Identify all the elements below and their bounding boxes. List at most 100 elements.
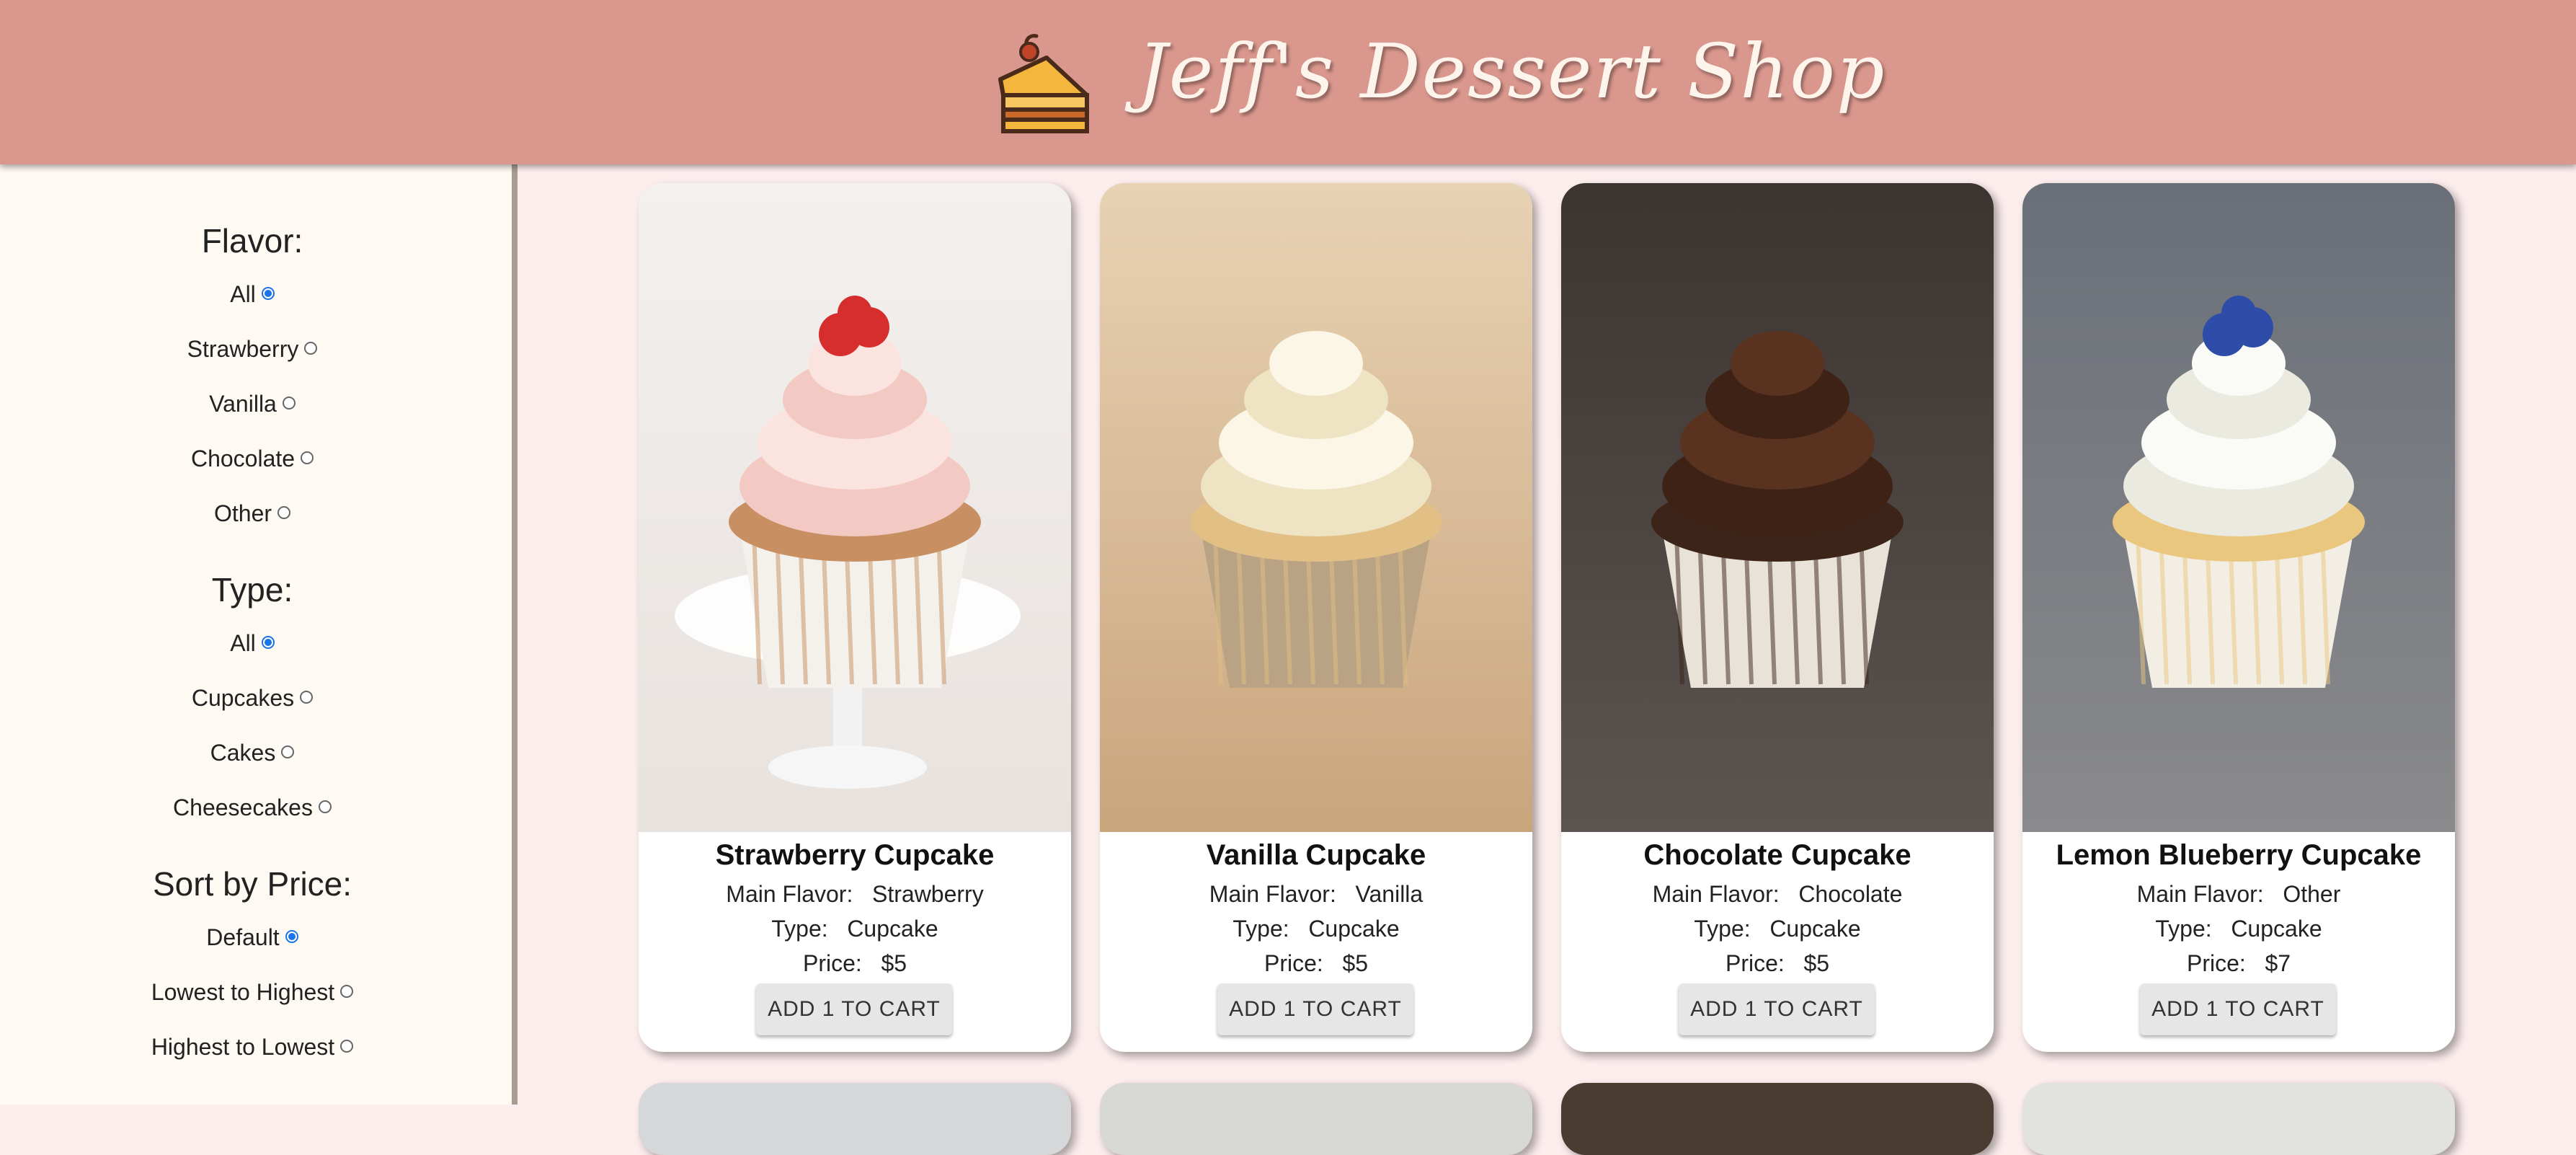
price-field-label: Price: bbox=[802, 950, 862, 976]
sort-filter-heading: Sort by Price: bbox=[152, 865, 352, 903]
type-option-cupcakes[interactable]: Cupcakes bbox=[0, 676, 505, 731]
sort-option-label: Default bbox=[206, 924, 280, 950]
product-card-vanilla-cupcake: Vanilla Cupcake Main Flavor: Vanilla Type:… bbox=[1100, 183, 1532, 1052]
filter-sidebar: Flavor: All Strawberry Vanilla Chocolate Oth… bbox=[0, 164, 518, 1105]
product-type: Cupcake bbox=[1769, 916, 1861, 942]
product-flavor: Chocolate bbox=[1798, 881, 1903, 907]
product-type: Cupcake bbox=[847, 916, 938, 942]
type-option-label: Cheesecakes bbox=[173, 795, 313, 820]
type-filter-heading: Type: bbox=[211, 571, 293, 609]
product-flavor: Other bbox=[2283, 881, 2341, 907]
type-radio-cakes[interactable] bbox=[281, 745, 295, 758]
product-price-line: Price: $7 bbox=[2022, 950, 2455, 977]
product-card-partial bbox=[639, 1083, 1071, 1155]
price-field-label: Price: bbox=[1725, 950, 1785, 976]
product-photo bbox=[1100, 183, 1532, 832]
add-to-cart-button[interactable]: ADD 1 TO CART bbox=[1217, 983, 1413, 1035]
add-to-cart-button[interactable]: ADD 1 TO CART bbox=[2140, 983, 2336, 1035]
flavor-radio-strawberry[interactable] bbox=[304, 341, 318, 355]
product-flavor-line: Main Flavor: Strawberry bbox=[639, 881, 1071, 908]
flavor-option-other[interactable]: Other bbox=[0, 492, 505, 546]
product-flavor: Vanilla bbox=[1355, 881, 1424, 907]
product-type-line: Type: Cupcake bbox=[639, 916, 1071, 942]
type-filter-group: Type: All Cupcakes Cakes Cheesecakes bbox=[0, 568, 505, 841]
type-radio-cheesecakes[interactable] bbox=[318, 800, 332, 813]
product-type-line: Type: Cupcake bbox=[1100, 916, 1532, 942]
type-radio-cupcakes[interactable] bbox=[300, 690, 314, 704]
product-type: Cupcake bbox=[2231, 916, 2322, 942]
product-price: $5 bbox=[1803, 950, 1830, 976]
product-price: $7 bbox=[2265, 950, 2291, 976]
product-name: Chocolate Cupcake bbox=[1643, 839, 1911, 871]
flavor-filter-group: Flavor: All Strawberry Vanilla Chocolate Oth… bbox=[0, 219, 505, 546]
flavor-option-label: Other bbox=[213, 500, 272, 526]
product-price-line: Price: $5 bbox=[1100, 950, 1532, 977]
product-price: $5 bbox=[881, 950, 907, 976]
product-flavor-line: Main Flavor: Chocolate bbox=[1561, 881, 1994, 908]
type-field-label: Type: bbox=[1233, 916, 1289, 942]
product-card-lemon-blueberry-cupcake: Lemon Blueberry Cupcake Main Flavor: Othe… bbox=[2022, 183, 2455, 1052]
product-name: Lemon Blueberry Cupcake bbox=[2056, 839, 2422, 871]
site-header: Jeff's Dessert Shop bbox=[0, 0, 2576, 164]
product-photo bbox=[2022, 183, 2455, 832]
sort-radio-lowest-to-highest[interactable] bbox=[340, 984, 354, 998]
product-price: $5 bbox=[1342, 950, 1369, 976]
flavor-option-label: All bbox=[230, 281, 256, 307]
product-flavor: Strawberry bbox=[872, 881, 984, 907]
type-field-label: Type: bbox=[771, 916, 828, 942]
cake-slice-icon bbox=[998, 34, 1089, 133]
flavor-option-strawberry[interactable]: Strawberry bbox=[0, 327, 505, 382]
type-option-label: Cupcakes bbox=[191, 685, 295, 711]
type-field-label: Type: bbox=[2155, 916, 2212, 942]
sort-option-label: Lowest to Highest bbox=[151, 979, 335, 1005]
flavor-field-label: Main Flavor: bbox=[1209, 881, 1336, 907]
flavor-option-label: Chocolate bbox=[190, 446, 296, 472]
flavor-field-label: Main Flavor: bbox=[1652, 881, 1780, 907]
type-option-cakes[interactable]: Cakes bbox=[0, 731, 505, 786]
product-photo bbox=[1561, 183, 1994, 832]
flavor-radio-other[interactable] bbox=[277, 505, 291, 519]
product-card-partial bbox=[1561, 1083, 1994, 1155]
product-price-line: Price: $5 bbox=[639, 950, 1071, 977]
product-card-partial bbox=[1100, 1083, 1532, 1155]
type-option-label: Cakes bbox=[210, 740, 276, 766]
product-flavor-line: Main Flavor: Vanilla bbox=[1100, 881, 1532, 908]
add-to-cart-button[interactable]: ADD 1 TO CART bbox=[1679, 983, 1875, 1035]
sort-radio-highest-to-lowest[interactable] bbox=[340, 1039, 354, 1053]
flavor-radio-all[interactable] bbox=[261, 286, 275, 300]
product-flavor-line: Main Flavor: Other bbox=[2022, 881, 2455, 908]
type-option-cheesecakes[interactable]: Cheesecakes bbox=[0, 786, 505, 841]
sort-option-label: Highest to Lowest bbox=[151, 1034, 335, 1060]
flavor-field-label: Main Flavor: bbox=[2136, 881, 2264, 907]
sort-option-highest-to-lowest[interactable]: Highest to Lowest bbox=[0, 1025, 505, 1080]
flavor-radio-chocolate[interactable] bbox=[301, 451, 314, 464]
product-name: Strawberry Cupcake bbox=[715, 839, 995, 871]
flavor-field-label: Main Flavor: bbox=[726, 881, 853, 907]
sort-filter-group: Sort by Price: Default Lowest to Highest H… bbox=[0, 862, 505, 1080]
product-price-line: Price: $5 bbox=[1561, 950, 1994, 977]
product-name: Vanilla Cupcake bbox=[1206, 839, 1426, 871]
type-field-label: Type: bbox=[1694, 916, 1751, 942]
flavor-option-chocolate[interactable]: Chocolate bbox=[0, 437, 505, 492]
sort-option-default[interactable]: Default bbox=[0, 916, 505, 970]
add-to-cart-button[interactable]: ADD 1 TO CART bbox=[756, 983, 952, 1035]
product-card-strawberry-cupcake: Strawberry Cupcake Main Flavor: Strawberr… bbox=[639, 183, 1071, 1052]
flavor-radio-vanilla[interactable] bbox=[282, 396, 296, 410]
type-radio-all[interactable] bbox=[261, 635, 275, 649]
product-type-line: Type: Cupcake bbox=[2022, 916, 2455, 942]
sort-radio-default[interactable] bbox=[285, 929, 298, 943]
product-type: Cupcake bbox=[1308, 916, 1400, 942]
product-photo bbox=[639, 183, 1071, 832]
flavor-option-label: Strawberry bbox=[187, 336, 299, 362]
type-option-all[interactable]: All bbox=[0, 621, 505, 676]
type-option-label: All bbox=[230, 630, 256, 656]
flavor-option-vanilla[interactable]: Vanilla bbox=[0, 382, 505, 437]
flavor-filter-heading: Flavor: bbox=[201, 222, 303, 260]
price-field-label: Price: bbox=[1263, 950, 1323, 976]
product-card-partial bbox=[2022, 1083, 2455, 1155]
flavor-option-label: Vanilla bbox=[209, 391, 277, 417]
flavor-option-all[interactable]: All bbox=[0, 273, 505, 327]
sort-option-lowest-to-highest[interactable]: Lowest to Highest bbox=[0, 970, 505, 1025]
product-card-chocolate-cupcake: Chocolate Cupcake Main Flavor: Chocolate T… bbox=[1561, 183, 1994, 1052]
site-title: Jeff's Dessert Shop bbox=[1137, 27, 1886, 115]
